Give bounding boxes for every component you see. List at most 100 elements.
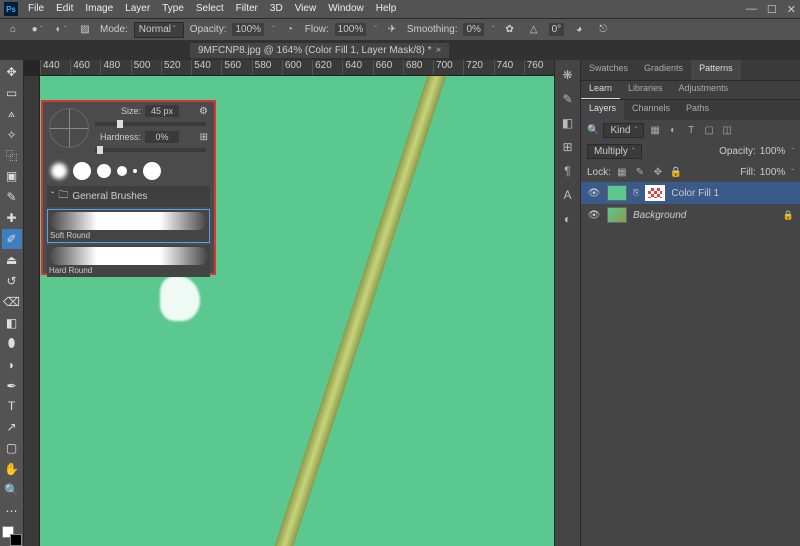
layer-row[interactable]: 👁 Background 🔒 xyxy=(581,204,800,226)
fill-value[interactable]: 100% xyxy=(760,167,786,178)
properties-panel-icon[interactable]: ⊞ xyxy=(559,138,577,156)
hardness-value[interactable]: 0% xyxy=(145,131,179,143)
filter-smart-icon[interactable]: ◫ xyxy=(720,124,734,138)
brush-dot[interactable] xyxy=(143,162,161,180)
history-panel-icon[interactable]: ◧ xyxy=(559,114,577,132)
lock-pixels-icon[interactable]: ✎ xyxy=(633,165,647,179)
menu-help[interactable]: Help xyxy=(370,0,403,18)
menu-3d[interactable]: 3D xyxy=(264,0,289,18)
flow-value[interactable]: 100% xyxy=(335,23,367,36)
visibility-icon[interactable]: 👁 xyxy=(587,188,601,199)
brush-preset-item[interactable]: Hard Round xyxy=(47,245,210,277)
brush-dot[interactable] xyxy=(133,169,137,173)
tool-zoom[interactable]: 🔍 xyxy=(2,480,22,500)
color-swatch[interactable] xyxy=(2,526,22,546)
menu-layer[interactable]: Layer xyxy=(119,0,156,18)
layer-thumb[interactable] xyxy=(607,185,627,201)
tab-channels[interactable]: Channels xyxy=(624,100,678,120)
angle-value[interactable]: 0° xyxy=(549,23,565,36)
character-panel-icon[interactable]: A xyxy=(559,186,577,204)
brushes-panel-icon[interactable]: ✎ xyxy=(559,90,577,108)
tool-brush[interactable]: ✐ xyxy=(2,229,22,249)
brush-tip-icon[interactable]: ◐ˇ xyxy=(52,21,70,39)
menu-type[interactable]: Type xyxy=(156,0,190,18)
minimize-button[interactable]: — xyxy=(746,3,757,15)
tab-swatches[interactable]: Swatches xyxy=(581,60,636,80)
filter-text-icon[interactable]: T xyxy=(684,124,698,138)
tool-healing[interactable]: ✚ xyxy=(2,208,22,228)
tool-marquee[interactable]: ▭ xyxy=(2,83,22,103)
layer-row[interactable]: 👁 ⎘ Color Fill 1 xyxy=(581,182,800,204)
menu-edit[interactable]: Edit xyxy=(50,0,79,18)
search-icon[interactable]: 🔍 xyxy=(587,125,599,136)
mode-select[interactable]: Normalˇ xyxy=(134,22,184,38)
home-icon[interactable]: ⌂ xyxy=(4,21,22,39)
layer-name[interactable]: Color Fill 1 xyxy=(671,188,719,199)
tab-layers[interactable]: Layers xyxy=(581,100,624,120)
layer-mask-thumb[interactable] xyxy=(645,185,665,201)
menu-select[interactable]: Select xyxy=(190,0,230,18)
hardness-slider-handle[interactable] xyxy=(97,146,103,154)
gear-icon[interactable]: ⚙ xyxy=(199,106,208,117)
tab-paths[interactable]: Paths xyxy=(678,100,717,120)
brush-dot[interactable] xyxy=(73,162,91,180)
tool-eyedropper[interactable]: ✎ xyxy=(2,187,22,207)
menu-window[interactable]: Window xyxy=(322,0,370,18)
brush-angle-preview[interactable] xyxy=(49,108,89,148)
tool-pen[interactable]: ✒ xyxy=(2,376,22,396)
tool-shape[interactable]: ▢ xyxy=(2,438,22,458)
brush-dot[interactable] xyxy=(97,164,111,178)
tool-lasso[interactable]: ⟑ xyxy=(2,104,22,124)
menu-view[interactable]: View xyxy=(289,0,323,18)
brush-preset-panel[interactable]: Size: 45 px ⚙ Hardness: 0% ⊞ ˇ 🗀 xyxy=(41,100,216,275)
glyphs-panel-icon[interactable]: ◐ xyxy=(559,210,577,228)
pressure-size-icon[interactable]: ◕ xyxy=(570,21,588,39)
size-slider-handle[interactable] xyxy=(117,120,123,128)
tab-adjustments[interactable]: Adjustments xyxy=(671,81,737,99)
link-icon[interactable]: ⎘ xyxy=(633,188,639,198)
tab-patterns[interactable]: Patterns xyxy=(691,60,741,80)
size-value[interactable]: 45 px xyxy=(145,105,179,117)
brush-folder[interactable]: ˇ 🗀 General Brushes xyxy=(47,186,210,207)
brush-panel-icon[interactable]: ▨ xyxy=(76,21,94,39)
tool-edit[interactable]: ⋯ xyxy=(2,501,22,521)
visibility-icon[interactable]: 👁 xyxy=(587,210,601,221)
brush-preset-item[interactable]: Soft Round xyxy=(47,209,210,243)
tool-history[interactable]: ↺ xyxy=(2,271,22,291)
brush-dot[interactable] xyxy=(117,166,127,176)
layer-name[interactable]: Background xyxy=(633,210,686,221)
pressure-opacity-icon[interactable]: ◔ xyxy=(281,21,299,39)
lock-all-icon[interactable]: 🔒 xyxy=(669,165,683,179)
brush-dot[interactable] xyxy=(51,163,67,179)
paragraph-panel-icon[interactable]: ¶ xyxy=(559,162,577,180)
tool-frame[interactable]: ▣ xyxy=(2,167,22,187)
tool-blur[interactable]: ⬮ xyxy=(2,334,22,354)
menu-file[interactable]: File xyxy=(22,0,50,18)
close-button[interactable]: ✕ xyxy=(787,3,796,16)
opacity-value[interactable]: 100% xyxy=(232,23,264,36)
tool-crop[interactable]: ⿻ xyxy=(2,146,22,166)
filter-shape-icon[interactable]: ▢ xyxy=(702,124,716,138)
layer-thumb[interactable] xyxy=(607,207,627,223)
tool-move[interactable]: ✥ xyxy=(2,62,22,82)
lock-transparency-icon[interactable]: ▦ xyxy=(615,165,629,179)
symmetry-icon[interactable]: ⎋ xyxy=(594,21,612,39)
maximize-button[interactable]: ☐ xyxy=(767,3,777,16)
brush-preset-icon[interactable]: ●ˇ xyxy=(28,21,46,39)
tool-gradient[interactable]: ◧ xyxy=(2,313,22,333)
menu-image[interactable]: Image xyxy=(79,0,119,18)
tool-wand[interactable]: ✧ xyxy=(2,125,22,145)
menu-filter[interactable]: Filter xyxy=(230,0,264,18)
tool-stamp[interactable]: ⏏ xyxy=(2,250,22,270)
tool-hand[interactable]: ✋ xyxy=(2,459,22,479)
close-tab-icon[interactable]: × xyxy=(436,45,442,56)
filter-adjust-icon[interactable]: ◐ xyxy=(666,124,680,138)
airbrush-icon[interactable]: ✈ xyxy=(383,21,401,39)
tool-path[interactable]: ↗ xyxy=(2,417,22,437)
gear-icon[interactable]: ✿ xyxy=(501,21,519,39)
document-tab[interactable]: 9MFCNP8.jpg @ 164% (Color Fill 1, Layer … xyxy=(190,43,449,58)
tool-dodge[interactable]: ◗ xyxy=(2,355,22,375)
tool-eraser[interactable]: ⌫ xyxy=(2,292,22,312)
smoothing-value[interactable]: 0% xyxy=(463,23,483,36)
tab-learn[interactable]: Learn xyxy=(581,81,620,99)
